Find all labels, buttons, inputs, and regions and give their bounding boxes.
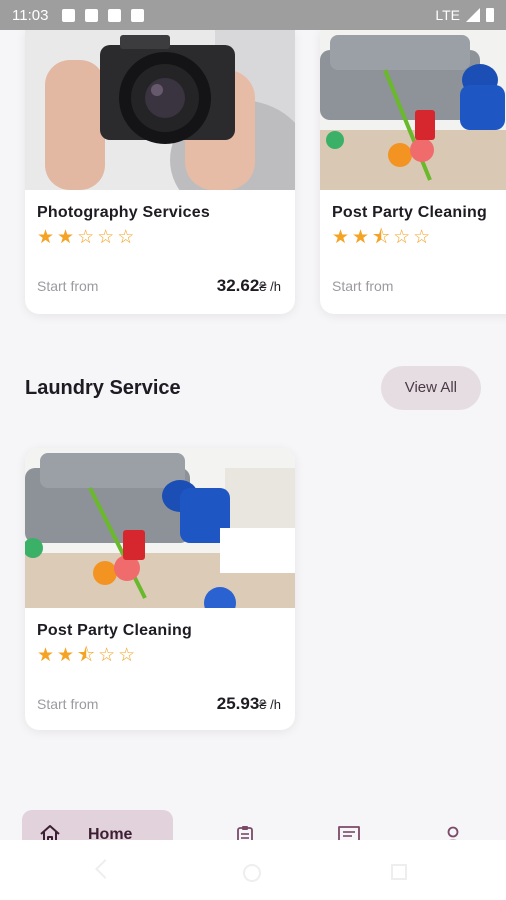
star-half-icon: ⯪ — [77, 645, 96, 666]
signal-icon — [466, 8, 480, 22]
star-full-icon: ★ — [37, 227, 55, 248]
service-title: Post Party Cleaning — [332, 204, 487, 221]
status-bar: 11:03 LTE — [0, 0, 506, 30]
sd-card-icon — [131, 8, 145, 22]
service-title: Post Party Cleaning — [37, 622, 192, 639]
star-empty-icon: ☆ — [77, 227, 95, 248]
chat-icon[interactable] — [336, 824, 362, 840]
network-type: LTE — [435, 7, 460, 23]
start-from-label: Start from — [332, 278, 394, 294]
star-full-icon: ★ — [37, 645, 55, 666]
recents-icon[interactable] — [391, 864, 407, 880]
notification-icon — [85, 8, 99, 22]
service-title: Photography Services — [37, 204, 210, 221]
battery-icon — [486, 8, 494, 22]
bottom-navigation: Home — [0, 800, 506, 840]
star-empty-icon: ☆ — [98, 645, 116, 666]
back-icon[interactable] — [95, 859, 115, 879]
star-full-icon: ★ — [332, 227, 350, 248]
service-card[interactable]: Post Party Cleaning ★ ★ ⯪ ☆ ☆ Start from… — [25, 448, 295, 730]
star-full-icon: ★ — [352, 227, 370, 248]
service-image — [25, 448, 295, 608]
system-home-icon[interactable] — [243, 864, 261, 882]
star-empty-icon: ☆ — [413, 227, 431, 248]
section-title: Laundry Service — [25, 376, 181, 399]
start-from-label: Start from — [37, 696, 99, 712]
start-from-label: Start from — [37, 278, 99, 294]
status-time: 11:03 — [12, 6, 49, 24]
service-image — [320, 30, 506, 190]
rating-stars: ★ ★ ⯪ ☆ ☆ — [332, 228, 506, 247]
star-empty-icon: ☆ — [393, 227, 411, 248]
system-navigation-bar — [0, 840, 506, 900]
nav-home-label: Home — [88, 825, 133, 841]
star-full-icon: ★ — [57, 227, 75, 248]
price: 32.62₴ /h — [216, 276, 281, 295]
home-scroll[interactable]: Photography Services ★ ★ ☆ ☆ ☆ Start fro… — [0, 30, 506, 840]
service-card[interactable]: Post Party Cleaning ★ ★ ⯪ ☆ ☆ Start from… — [320, 30, 506, 314]
home-icon — [40, 824, 60, 840]
section-header: Laundry Service View All — [25, 366, 481, 410]
rating-stars: ★ ★ ☆ ☆ ☆ — [37, 228, 283, 247]
nav-home-button[interactable]: Home — [22, 810, 173, 840]
notification-icon — [108, 8, 122, 22]
view-all-button[interactable]: View All — [380, 366, 481, 410]
service-image — [25, 30, 295, 190]
service-card[interactable]: Photography Services ★ ★ ☆ ☆ ☆ Start fro… — [25, 30, 295, 314]
orders-icon[interactable] — [233, 824, 257, 840]
star-half-icon: ⯪ — [372, 227, 391, 248]
price: 25.93₴ /h — [216, 694, 281, 713]
star-empty-icon: ☆ — [118, 645, 136, 666]
profile-icon[interactable] — [441, 824, 465, 840]
star-full-icon: ★ — [57, 645, 75, 666]
notification-icon — [62, 8, 76, 22]
star-empty-icon: ☆ — [117, 227, 135, 248]
rating-stars: ★ ★ ⯪ ☆ ☆ — [37, 646, 283, 665]
star-empty-icon: ☆ — [97, 227, 115, 248]
